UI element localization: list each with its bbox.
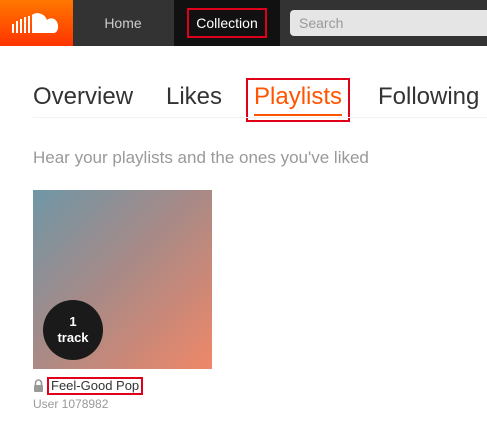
playlist-title-link[interactable]: Feel-Good Pop bbox=[47, 377, 144, 395]
tab-likes[interactable]: Likes bbox=[166, 80, 222, 114]
tab-following[interactable]: Following bbox=[378, 80, 479, 114]
tab-playlists-label: Playlists bbox=[254, 83, 343, 110]
soundcloud-cloud-icon bbox=[11, 13, 58, 33]
nav-home[interactable]: Home bbox=[75, 0, 171, 46]
soundcloud-logo[interactable] bbox=[0, 0, 73, 46]
section-subtitle: Hear your playlists and the ones you've … bbox=[33, 148, 369, 167]
page: Home Collection Overview Likes Playlists… bbox=[0, 0, 487, 421]
lock-icon bbox=[34, 379, 43, 392]
nav-collection-label: Collection bbox=[187, 8, 267, 38]
tab-playlists[interactable]: Playlists bbox=[246, 78, 351, 122]
track-count-number: 1 bbox=[69, 314, 77, 329]
search-box[interactable] bbox=[290, 10, 487, 36]
tabs-divider bbox=[33, 117, 487, 118]
playlist-title-row: Feel-Good Pop bbox=[33, 377, 144, 395]
track-count-unit: track bbox=[57, 330, 89, 345]
collection-tabs: Overview Likes Playlists Following bbox=[33, 78, 487, 122]
active-tab-underline bbox=[254, 114, 343, 116]
track-count-badge: 1 track bbox=[43, 300, 103, 360]
top-header: Home Collection bbox=[0, 0, 487, 46]
playlist-artwork[interactable]: 1 track bbox=[33, 190, 212, 369]
nav-home-label: Home bbox=[104, 15, 142, 31]
playlist-user-link[interactable]: User 1078982 bbox=[33, 397, 108, 411]
search-input[interactable] bbox=[297, 14, 481, 32]
nav-collection[interactable]: Collection bbox=[174, 0, 280, 46]
tab-overview[interactable]: Overview bbox=[33, 80, 133, 114]
